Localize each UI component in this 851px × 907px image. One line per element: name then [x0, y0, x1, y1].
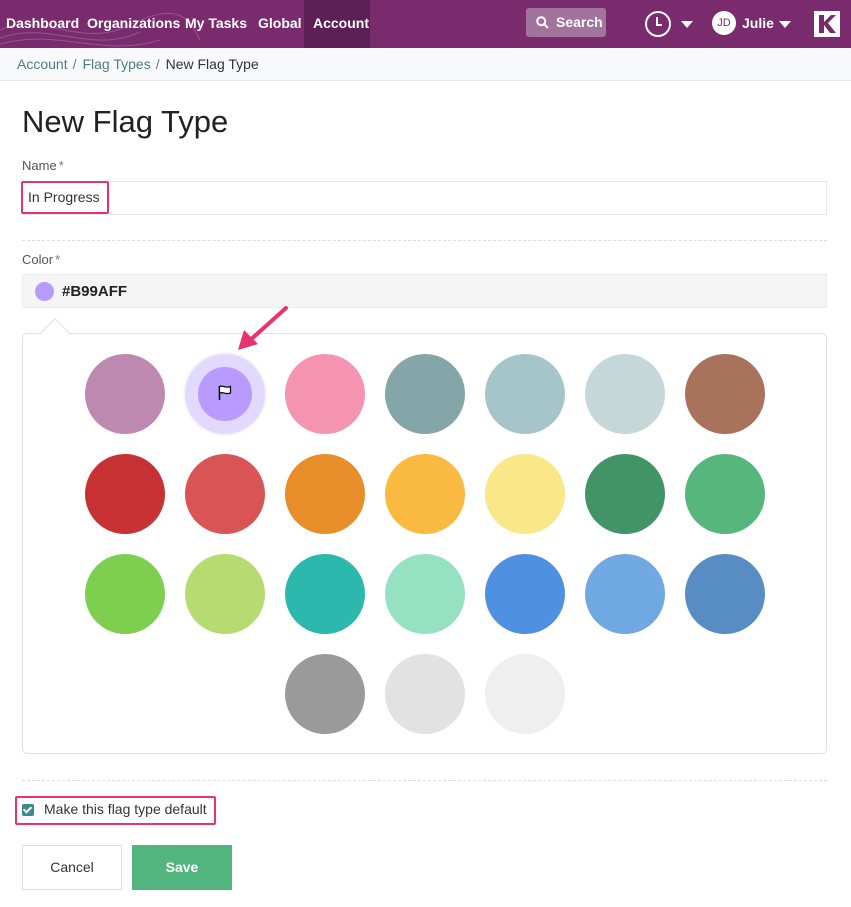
color-swatch-option[interactable]: [485, 454, 565, 534]
top-navbar: Dashboard Organizations My Tasks Global …: [0, 0, 851, 48]
color-input[interactable]: #B99AFF: [22, 274, 827, 308]
color-swatch-option[interactable]: [585, 554, 665, 634]
breadcrumb-flag-types-link[interactable]: Flag Types: [82, 56, 150, 72]
color-swatch-option[interactable]: [385, 354, 465, 434]
color-swatch-option[interactable]: [185, 454, 265, 534]
divider: [22, 780, 827, 781]
clock-icon[interactable]: [645, 11, 671, 37]
color-swatch-option[interactable]: [285, 554, 365, 634]
color-swatch-option[interactable]: [685, 354, 765, 434]
name-label: Name *: [22, 158, 64, 173]
user-chevron-down-icon[interactable]: [779, 21, 791, 28]
color-swatch-option[interactable]: [685, 554, 765, 634]
page-title: New Flag Type: [22, 104, 229, 139]
color-swatch-option[interactable]: [85, 454, 165, 534]
color-swatch-option[interactable]: [585, 354, 665, 434]
color-swatch-option[interactable]: [85, 554, 165, 634]
color-label-text: Color: [22, 252, 54, 267]
nav-item-dashboard[interactable]: Dashboard: [0, 0, 88, 48]
breadcrumb: Account / Flag Types / New Flag Type: [0, 48, 851, 81]
name-highlight-box: [21, 181, 109, 214]
avatar[interactable]: JD: [712, 11, 736, 35]
color-swatch-option[interactable]: [485, 554, 565, 634]
breadcrumb-account-link[interactable]: Account: [17, 56, 68, 72]
color-swatch-option[interactable]: [385, 654, 465, 734]
required-mark: *: [55, 252, 61, 267]
name-input[interactable]: [22, 181, 827, 215]
color-label: Color *: [22, 252, 60, 267]
checkbox-highlight-box: [15, 796, 216, 825]
color-hex-value: #B99AFF: [62, 283, 128, 300]
pointer-arrow-icon: [238, 306, 288, 350]
color-swatch: [35, 282, 54, 301]
name-label-text: Name: [22, 158, 57, 173]
divider: [22, 240, 827, 241]
nav-item-my-tasks[interactable]: My Tasks: [176, 0, 256, 48]
color-swatch-option[interactable]: [485, 354, 565, 434]
clock-chevron-down-icon[interactable]: [681, 21, 693, 28]
color-swatch-option[interactable]: [185, 354, 265, 434]
user-menu-name[interactable]: Julie: [742, 0, 774, 47]
color-swatch-option[interactable]: [585, 454, 665, 534]
color-swatch-option[interactable]: [285, 454, 365, 534]
search-button[interactable]: Search: [526, 8, 606, 37]
required-mark: *: [58, 158, 64, 173]
search-icon: [536, 16, 549, 29]
color-swatch-option[interactable]: [285, 654, 365, 734]
flag-icon: [218, 385, 232, 400]
cancel-button[interactable]: Cancel: [22, 845, 122, 890]
color-swatch-option[interactable]: [385, 454, 465, 534]
app-logo-icon[interactable]: [814, 11, 840, 37]
color-swatch-option[interactable]: [485, 654, 565, 734]
nav-item-organizations[interactable]: Organizations: [78, 0, 189, 48]
nav-item-global[interactable]: Global: [249, 0, 311, 48]
breadcrumb-current: New Flag Type: [165, 56, 259, 72]
color-swatch-option[interactable]: [685, 454, 765, 534]
breadcrumb-separator: /: [72, 56, 77, 72]
breadcrumb-separator: /: [155, 56, 160, 72]
color-swatch-option[interactable]: [385, 554, 465, 634]
color-swatch-option[interactable]: [185, 554, 265, 634]
save-button[interactable]: Save: [132, 845, 232, 890]
search-button-label: Search: [556, 14, 603, 30]
nav-item-account[interactable]: Account: [304, 0, 370, 48]
color-swatch-option[interactable]: [285, 354, 365, 434]
color-swatch-option[interactable]: [85, 354, 165, 434]
